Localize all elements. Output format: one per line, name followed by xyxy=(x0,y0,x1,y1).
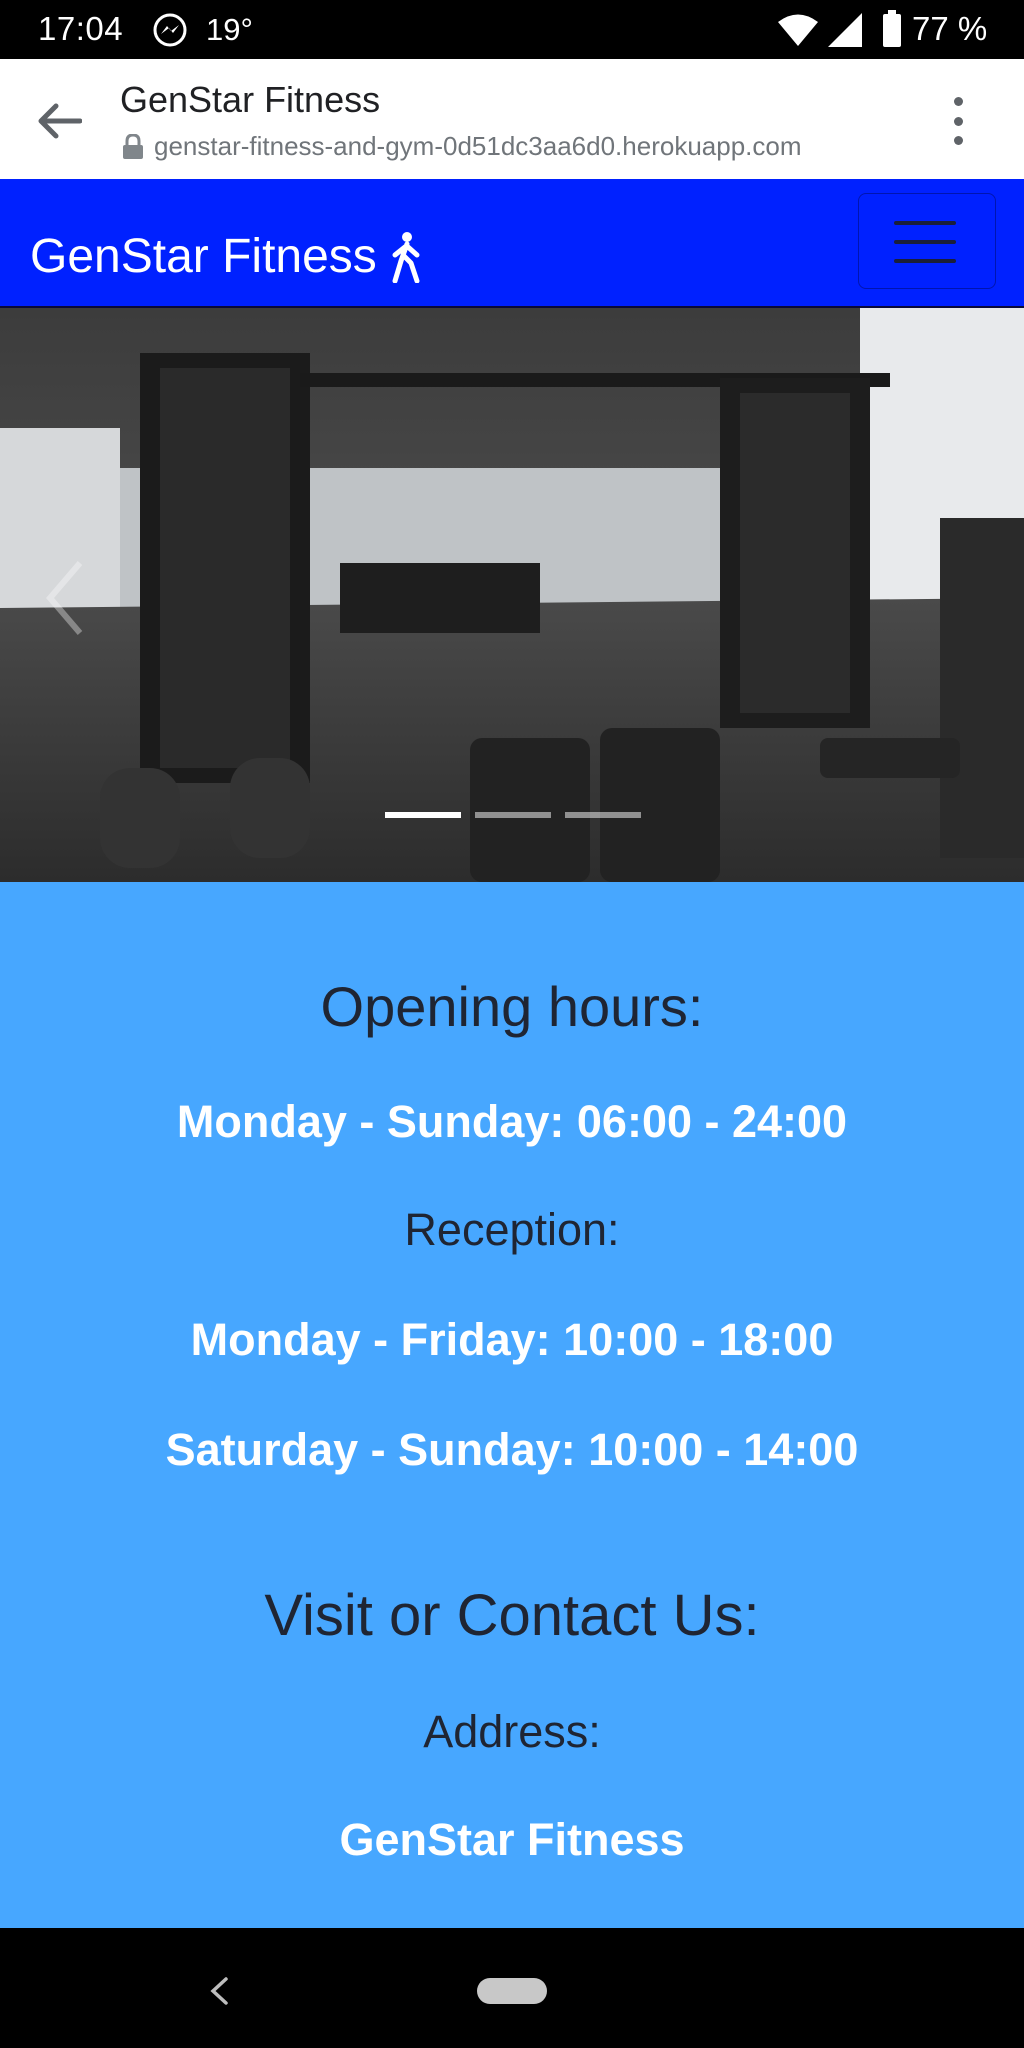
system-navigation-bar xyxy=(0,1928,1024,2048)
hamburger-menu-icon xyxy=(894,221,956,225)
browser-page-title: GenStar Fitness xyxy=(120,79,381,120)
messenger-icon xyxy=(153,13,187,47)
url-text: genstar-fitness-and-gym-0d51dc3aa6d0.her… xyxy=(154,131,802,161)
opening-hours-heading: Opening hours: xyxy=(320,975,704,1038)
carousel-indicator-3[interactable] xyxy=(565,812,641,818)
site-navbar: GenStar Fitness xyxy=(0,179,1024,308)
brand-link[interactable]: GenStar Fitness xyxy=(30,229,425,284)
info-section: Opening hours: Monday - Sunday: 06:00 - … xyxy=(0,882,1024,1928)
reception-heading: Reception: xyxy=(404,1204,620,1255)
status-temperature: 19° xyxy=(206,12,253,47)
reception-weekday-hours: Monday - Friday: 10:00 - 18:00 xyxy=(190,1314,834,1365)
walking-person-icon xyxy=(392,231,420,283)
back-arrow-icon[interactable] xyxy=(36,101,82,141)
gym-photo xyxy=(0,308,1024,882)
url-bar[interactable]: genstar-fitness-and-gym-0d51dc3aa6d0.her… xyxy=(122,131,802,162)
opening-hours-line: Monday - Sunday: 06:00 - 24:00 xyxy=(176,1096,848,1147)
lock-icon xyxy=(123,133,143,159)
status-time: 17:04 xyxy=(38,10,124,47)
carousel-indicators xyxy=(385,812,655,818)
navbar-toggler-button[interactable] xyxy=(858,193,996,289)
wifi-icon xyxy=(778,14,818,46)
browser-toolbar: GenStar Fitness genstar-fitness-and-gym-… xyxy=(0,59,1024,179)
address-name: GenStar Fitness xyxy=(339,1814,685,1865)
battery-icon xyxy=(883,10,901,47)
carousel-indicator-1[interactable] xyxy=(385,812,461,818)
status-bar: 17:04 19° 77 % xyxy=(0,0,1024,59)
system-home-pill[interactable] xyxy=(477,1978,547,2004)
reception-weekend-hours: Saturday - Sunday: 10:00 - 14:00 xyxy=(165,1424,859,1475)
address-heading: Address: xyxy=(423,1706,601,1757)
hero-carousel[interactable] xyxy=(0,308,1024,882)
brand-text: GenStar Fitness xyxy=(30,230,377,283)
carousel-prev-icon[interactable] xyxy=(40,558,90,638)
carousel-indicator-2[interactable] xyxy=(475,812,551,818)
more-vert-icon[interactable] xyxy=(946,97,970,145)
contact-heading: Visit or Contact Us: xyxy=(264,1583,760,1648)
system-back-icon[interactable] xyxy=(208,1976,230,2006)
signal-icon xyxy=(828,13,862,47)
status-battery-percent: 77 % xyxy=(912,10,988,47)
